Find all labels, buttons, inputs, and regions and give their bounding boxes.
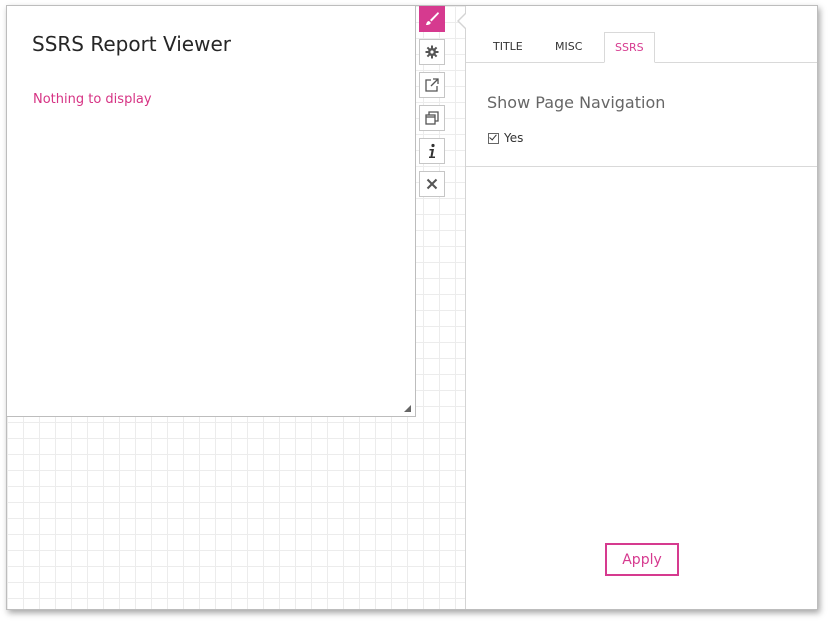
settings-button[interactable] [419, 39, 445, 65]
edit-appearance-button[interactable] [419, 6, 445, 32]
app-frame: SSRS Report Viewer Nothing to display TI… [6, 5, 818, 610]
gear-icon [425, 45, 439, 59]
tab-misc[interactable]: MISC [545, 32, 592, 61]
close-icon [426, 178, 438, 190]
show-page-navigation-checkbox[interactable] [488, 132, 499, 144]
remove-button[interactable] [419, 171, 445, 197]
settings-tabs: TITLE MISC SSRS [466, 32, 817, 63]
settings-panel: TITLE MISC SSRS Show Page Navigation Yes… [457, 6, 817, 609]
info-button[interactable] [419, 138, 445, 164]
brush-icon [424, 11, 440, 27]
restore-window-icon [424, 110, 440, 126]
show-page-navigation-option[interactable]: Yes [488, 131, 523, 145]
section-divider [466, 166, 817, 167]
tab-title[interactable]: TITLE [483, 32, 533, 61]
report-viewer-webpart: SSRS Report Viewer Nothing to display [7, 6, 416, 417]
empty-message: Nothing to display [33, 92, 152, 107]
tab-ssrs[interactable]: SSRS [604, 32, 655, 63]
webpart-title: SSRS Report Viewer [32, 32, 231, 56]
checkbox-label: Yes [504, 131, 524, 145]
maximize-button[interactable] [419, 105, 445, 131]
external-link-icon [424, 77, 440, 93]
show-page-navigation-heading: Show Page Navigation [487, 93, 666, 112]
open-external-button[interactable] [419, 72, 445, 98]
info-icon [425, 143, 439, 159]
resize-handle[interactable] [404, 405, 411, 412]
apply-button[interactable]: Apply [605, 543, 679, 576]
webpart-toolbar [419, 6, 447, 204]
panel-pointer [457, 12, 467, 30]
